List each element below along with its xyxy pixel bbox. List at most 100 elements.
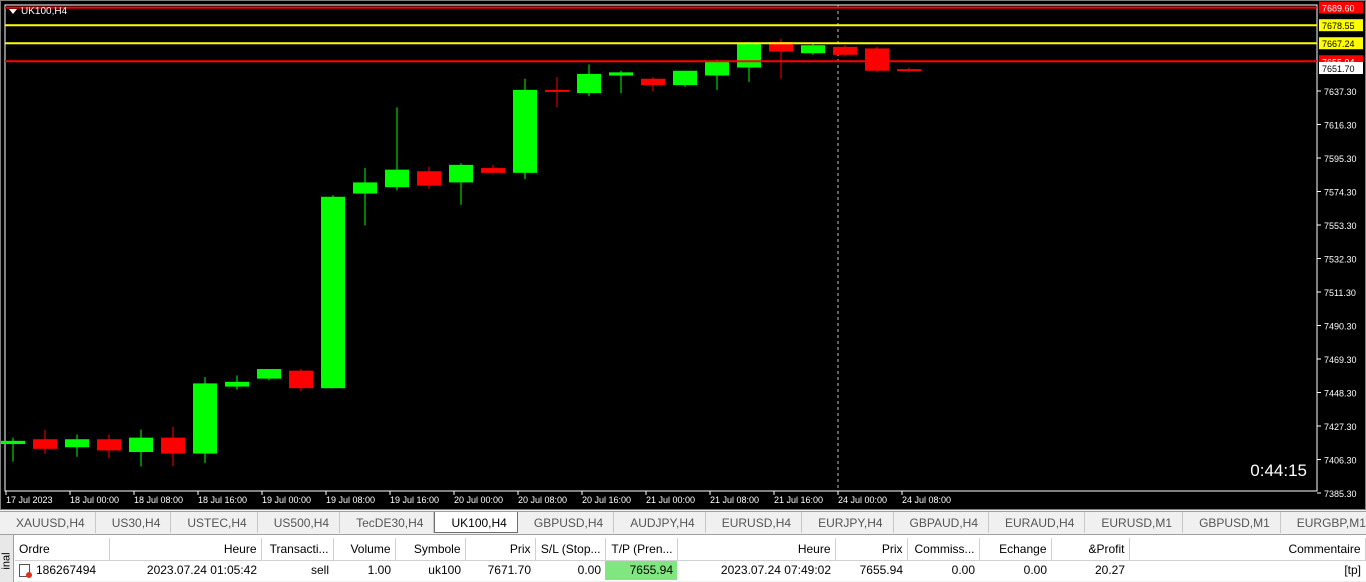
table-cell: 2023.07.24 01:05:42 (146, 563, 257, 578)
price-axis-label: 7490.30 (1324, 322, 1357, 332)
chart-tab[interactable]: US30,H4 (96, 512, 172, 533)
table-header-row: Ordre Heure Transacti... Volume Symbole Prix S… (15, 538, 1366, 561)
time-axis-label: 18 Jul 16:00 (198, 495, 247, 505)
chart-tab[interactable]: EURGBP,M1 (1281, 512, 1366, 533)
candle-bull (193, 383, 217, 454)
chart-menu-triangle-icon[interactable] (9, 9, 17, 14)
table-cell: 0.00 (577, 563, 601, 578)
time-axis-label: 18 Jul 00:00 (70, 495, 119, 505)
price-axis-label: 7427.30 (1324, 422, 1357, 432)
candle-bull (801, 45, 825, 54)
candle-bull (705, 61, 729, 76)
time-axis-label: 21 Jul 00:00 (646, 495, 695, 505)
price-axis-label: 7595.30 (1324, 154, 1357, 164)
column-header[interactable]: Transacti... (261, 538, 334, 561)
time-axis-label: 21 Jul 08:00 (710, 495, 759, 505)
column-header[interactable]: Volume (333, 538, 396, 561)
table-body: 186267494 2023.07.24 01:05:42 sell 1.00 uk10… (15, 560, 1365, 580)
candle-bear (161, 437, 185, 454)
bid-price-text: 7651.70 (1322, 64, 1355, 74)
price-axis-label: 7637.30 (1324, 87, 1357, 97)
price-chart[interactable]: 7637.30 7616.30 7595.30 7574.30 7553.30 7532.… (1, 1, 1366, 511)
chart-tab[interactable]: EURAUD,H4 (989, 512, 1086, 533)
chart-tab[interactable]: GBPUSD,H4 (518, 512, 615, 533)
chart-tab[interactable]: TecDE30,H4 (340, 512, 435, 533)
candle-bull (257, 369, 281, 379)
time-axis-label: 21 Jul 16:00 (774, 495, 823, 505)
time-axis-label: 20 Jul 16:00 (582, 495, 631, 505)
candle-bear (545, 89, 569, 92)
chart-tab[interactable]: GBPUSD,M1 (1183, 512, 1281, 533)
level-price-text: 7678.55 (1322, 21, 1355, 31)
chart-symbol-label[interactable]: UK100,H4 (9, 6, 67, 17)
level-price-text: 7667.24 (1322, 39, 1355, 49)
candle-bear (833, 46, 857, 55)
column-header[interactable]: Commiss... (907, 538, 980, 561)
chart-tab[interactable]: EURUSD,M1 (1085, 512, 1184, 533)
candle-bull (225, 381, 249, 387)
candle-bull (321, 196, 345, 389)
price-axis-label: 7448.30 (1324, 389, 1357, 399)
column-header[interactable]: &Profit (1051, 538, 1130, 561)
time-axis-label: 19 Jul 16:00 (390, 495, 439, 505)
candle-bull (609, 72, 633, 76)
column-header[interactable]: Prix (465, 538, 536, 561)
column-header[interactable]: Prix (835, 538, 908, 561)
table-cell: 1.00 (367, 563, 391, 578)
table-cell: 7671.70 (487, 563, 531, 578)
column-header[interactable]: Ordre (15, 538, 110, 561)
candle-bull (513, 89, 537, 173)
chart-tab[interactable]: AUDJPY,H4 (614, 512, 706, 533)
price-axis-label: 7553.30 (1324, 221, 1357, 231)
price-axis-label: 7406.30 (1324, 456, 1357, 466)
chart-tab[interactable]: EURUSD,H4 (706, 512, 803, 533)
chart-tab[interactable]: XAUUSD,H4 (0, 512, 96, 533)
candle-bear (897, 69, 921, 72)
candle-bull (129, 437, 153, 453)
price-axis-label: 7469.30 (1324, 355, 1357, 365)
table-cell: 20.27 (1094, 563, 1125, 578)
price-axis-label: 7616.30 (1324, 121, 1357, 131)
candle-countdown: 0:44:15 (1250, 461, 1307, 480)
chart-tab[interactable]: US500,H4 (258, 512, 341, 533)
price-axis-label: 7511.30 (1324, 288, 1356, 298)
chart-tab[interactable]: USTEC,H4 (171, 512, 258, 533)
candle-bear (865, 48, 889, 71)
chart-window[interactable]: 7637.30 7616.30 7595.30 7574.30 7553.30 7532.… (0, 0, 1366, 510)
table-row[interactable]: 186267494 2023.07.24 01:05:42 sell 1.00 uk10… (15, 560, 1365, 580)
price-axis-label: 7574.30 (1324, 188, 1357, 198)
chart-tab[interactable]: GBPAUD,H4 (894, 512, 990, 533)
candle-bull (65, 439, 89, 448)
candle-bear (641, 78, 665, 86)
candle-bull (385, 169, 409, 188)
chart-tab[interactable]: UK100,H4 (434, 512, 518, 533)
column-header[interactable]: S/L (Stop... (535, 538, 606, 561)
table-cell: 186267494 (15, 560, 109, 580)
candle-bear (289, 370, 313, 389)
candle-bull (577, 73, 601, 94)
column-header[interactable]: Heure (109, 538, 262, 561)
chart-symbol-text: UK100,H4 (21, 6, 68, 17)
candle-bull (673, 70, 697, 86)
terminal-panel: inal Ordre Heure Transacti... Volume Symbole… (0, 534, 1366, 582)
table-cell: 7655.94 (605, 560, 677, 580)
chart-tab[interactable]: EURJPY,H4 (802, 512, 894, 533)
column-header[interactable]: Echange (979, 538, 1052, 561)
column-header[interactable]: T/P (Pren... (605, 538, 678, 561)
candle-bull (449, 164, 473, 183)
time-axis-label: 19 Jul 00:00 (262, 495, 311, 505)
table-cell: [tp] (1344, 563, 1361, 578)
candle-bear (33, 439, 57, 449)
level-price-text: 7689.60 (1322, 4, 1355, 14)
table-cell: 0.00 (951, 563, 975, 578)
candle-bull (353, 182, 377, 194)
price-axis-label: 7385.30 (1324, 489, 1357, 499)
time-axis-label: 19 Jul 08:00 (326, 495, 375, 505)
time-axis-label: 24 Jul 08:00 (902, 495, 951, 505)
time-axis-label: 18 Jul 08:00 (134, 495, 183, 505)
column-header[interactable]: Heure (677, 538, 836, 561)
table-cell: uk100 (428, 563, 461, 578)
column-header[interactable]: Symbole (395, 538, 466, 561)
candle-bull (1, 440, 25, 445)
column-header[interactable]: Commentaire (1129, 538, 1366, 561)
